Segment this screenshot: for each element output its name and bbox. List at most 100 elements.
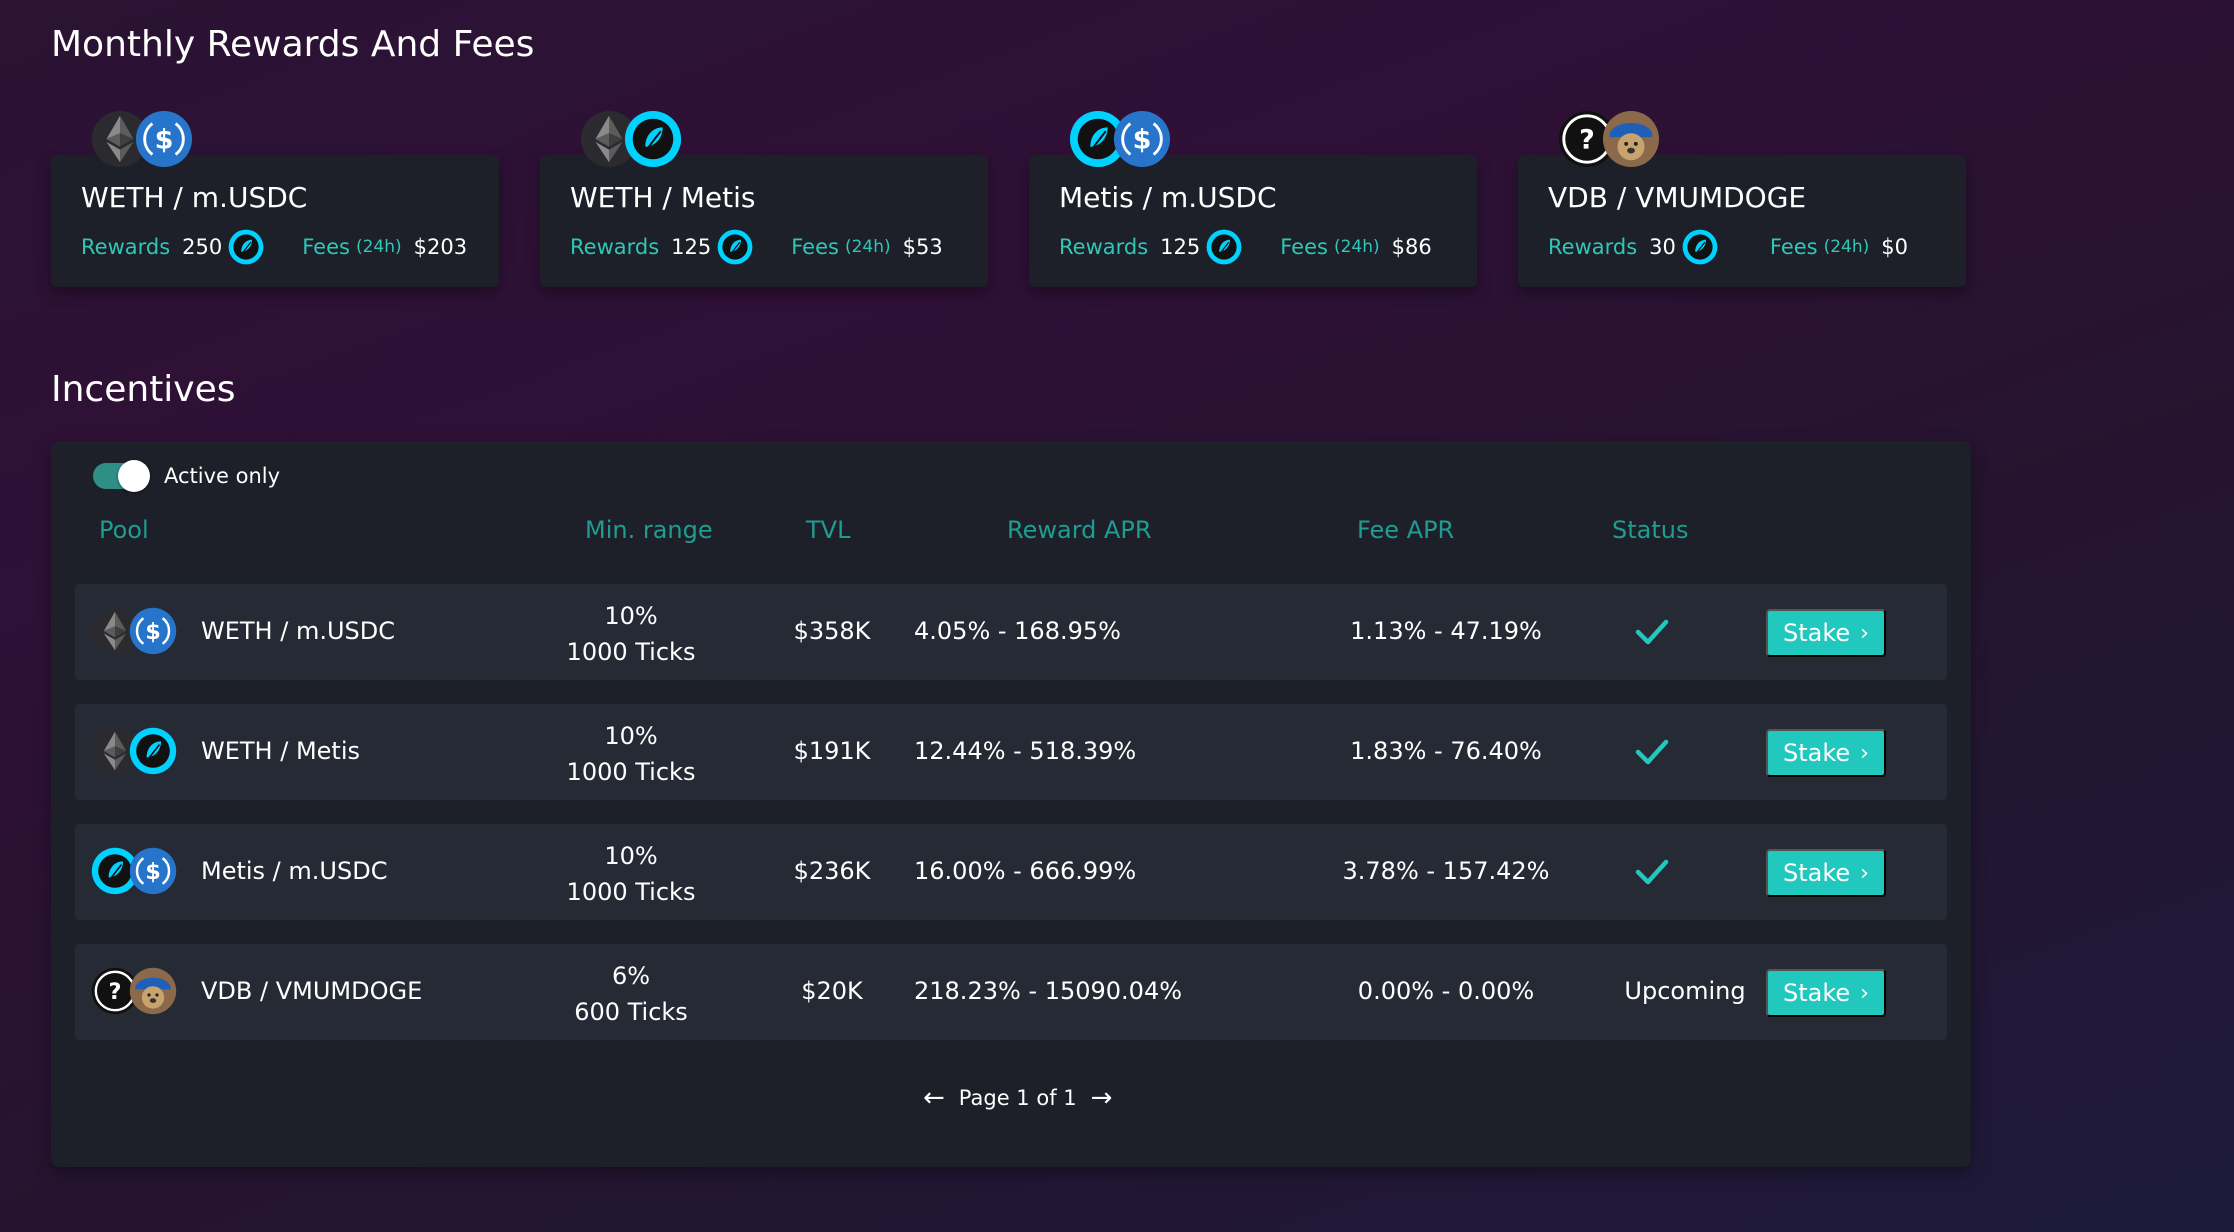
column-header-pool: Pool [99,516,149,544]
stake-button[interactable]: Stake › [1766,609,1886,657]
pair-icons [91,607,181,657]
tvl-value: $236K [793,857,871,885]
doge-icon [1602,110,1660,168]
card-pair-name: VDB / VMUMDOGE [1548,181,1807,214]
rewards-label: Rewards [570,235,660,259]
rewards-value: 250 [182,235,223,259]
chevron-right-icon: › [1860,740,1869,766]
min-range-percent: 10% [604,842,658,870]
rewards-value: 125 [1160,235,1201,259]
min-range-ticks: 1000 Ticks [566,878,696,906]
min-range: 10% 1000 Ticks [531,838,731,910]
page-indicator: Page 1 of 1 [958,1086,1077,1110]
fees-value: $0 [1881,235,1909,259]
active-only-toggle[interactable] [93,460,150,492]
reward-apr-value: 12.44% - 518.39% [914,737,1137,765]
fees-period: (24h) [1333,237,1380,257]
min-range-ticks: 1000 Ticks [566,758,696,786]
fee-apr-value: 1.83% - 76.40% [1350,737,1542,765]
stake-button-label: Stake [1783,859,1851,887]
chevron-right-icon: › [1860,860,1869,886]
metis-icon [228,229,264,265]
chevron-right-icon: › [1860,980,1869,1006]
pool-name: Metis / m.USDC [201,857,388,885]
fees-value: $203 [413,235,468,259]
table-row: VDB / VMUMDOGE 6% 600 Ticks $20K 218.23%… [75,944,1947,1040]
toggle-knob [118,460,150,492]
reward-apr-value: 16.00% - 666.99% [914,857,1137,885]
usdc-icon [129,607,177,655]
column-header-min-range: Min. range [585,516,713,544]
column-header-status: Status [1612,516,1689,544]
min-range: 6% 600 Ticks [531,958,731,1030]
pair-icons [91,110,211,170]
status-active-check-icon [1632,854,1672,890]
stake-button[interactable]: Stake › [1766,849,1886,897]
rewards-value: 125 [671,235,712,259]
tvl-value: $191K [793,737,871,765]
card-pair-name: WETH / Metis [570,181,756,214]
pair-icons [1069,110,1189,170]
tvl-value: $20K [801,977,863,1005]
column-header-reward-apr: Reward APR [1007,516,1152,544]
fees-period: (24h) [355,237,402,257]
pagination: ← Page 1 of 1 → [909,1083,1126,1113]
metis-icon [1682,229,1718,265]
stake-button[interactable]: Stake › [1766,729,1886,777]
chevron-right-icon: › [1860,620,1869,646]
incentives-panel: Active only Pool Min. range TVL Reward A… [51,441,1971,1167]
reward-card-weth-usdc: WETH / m.USDC Rewards 250 Fees (24h) $20… [51,155,499,287]
column-header-fee-apr: Fee APR [1357,516,1455,544]
metis-icon [717,229,753,265]
usdc-icon [1113,110,1171,168]
min-range-percent: 6% [611,962,651,990]
fee-apr-value: 3.78% - 157.42% [1342,857,1550,885]
fees-value: $53 [902,235,943,259]
pool-name: WETH / Metis [201,737,360,765]
stake-button-label: Stake [1783,619,1851,647]
stake-button-label: Stake [1783,979,1851,1007]
min-range-ticks: 1000 Ticks [566,638,696,666]
fees-label: Fees [302,235,350,259]
pair-icons [91,847,181,897]
card-pair-name: WETH / m.USDC [81,181,308,214]
rewards-section-title: Monthly Rewards And Fees [51,24,535,65]
min-range-ticks: 600 Ticks [574,998,688,1026]
arrow-left-icon[interactable]: ← [909,1083,959,1113]
metis-icon [624,110,682,168]
arrow-right-icon[interactable]: → [1077,1083,1127,1113]
pair-icons [91,727,181,777]
rewards-label: Rewards [1059,235,1149,259]
fees-label: Fees [1280,235,1328,259]
pair-icons [91,967,181,1017]
reward-card-vdb-vmumdoge: VDB / VMUMDOGE Rewards 30 Fees (24h) $0 [1518,155,1966,287]
stake-button[interactable]: Stake › [1766,969,1886,1017]
fees-label: Fees [1769,235,1818,259]
active-only-filter: Active only [93,460,281,492]
table-row: WETH / Metis 10% 1000 Ticks $191K 12.44%… [75,704,1947,800]
min-range: 10% 1000 Ticks [531,718,731,790]
usdc-icon [135,110,193,168]
fee-apr-value: 1.13% - 47.19% [1350,617,1542,645]
rewards-label: Rewards [1548,235,1638,259]
rewards-value: 30 [1649,235,1676,259]
fees-value: $86 [1391,235,1432,259]
min-range-percent: 10% [604,602,658,630]
fees-period: (24h) [1823,237,1870,257]
usdc-icon [129,847,177,895]
metis-icon [1206,229,1242,265]
pool-name: WETH / m.USDC [201,617,395,645]
active-only-label: Active only [164,464,281,488]
incentives-section-title: Incentives [51,369,236,410]
pair-icons [580,110,700,170]
table-row: WETH / m.USDC 10% 1000 Ticks $358K 4.05%… [75,584,1947,680]
min-range-percent: 10% [604,722,658,750]
status-active-check-icon [1632,734,1672,770]
card-pair-name: Metis / m.USDC [1059,181,1277,214]
pool-name: VDB / VMUMDOGE [201,977,423,1005]
min-range: 10% 1000 Ticks [531,598,731,670]
tvl-value: $358K [793,617,871,645]
rewards-label: Rewards [81,235,171,259]
column-header-tvl: TVL [806,516,851,544]
fees-label: Fees [791,235,839,259]
